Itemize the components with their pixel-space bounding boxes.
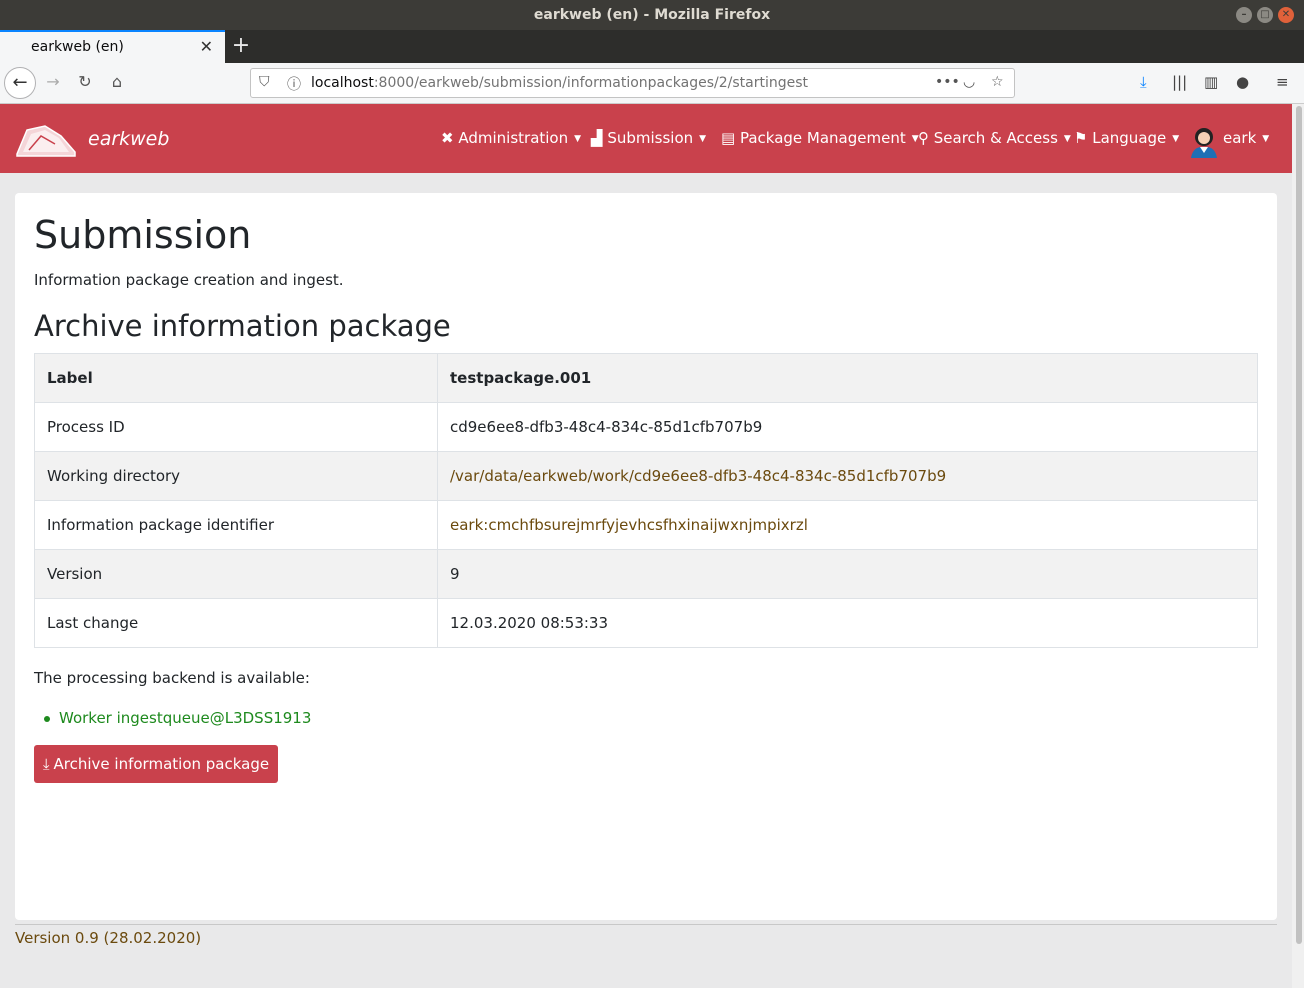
url-path: :8000/earkweb/submission/informationpack… bbox=[373, 75, 809, 91]
app-header: earkweb ✖ Administration ▼ ▟ Submission ▼ … bbox=[0, 104, 1292, 173]
reload-icon[interactable]: ↻ bbox=[74, 72, 96, 91]
caret-down-icon: ▼ bbox=[699, 133, 707, 144]
table-cell-label: Working directory bbox=[34, 451, 438, 501]
forward-icon[interactable]: → bbox=[42, 72, 64, 91]
package-identifier-link[interactable]: eark:cmchfbsurejmrfyjevhcsfhxinaijwxnjmp… bbox=[450, 516, 808, 534]
tools-icon: ✖ bbox=[441, 129, 454, 147]
url-host: localhost bbox=[311, 75, 374, 91]
page-title: Submission bbox=[34, 213, 252, 257]
browser-navbar: ← → ↻ ⌂ ⛉ ⓘ localhost:8000/earkweb/submi… bbox=[0, 63, 1304, 104]
shield-icon[interactable]: ⛉ bbox=[259, 74, 270, 90]
earkweb-logo-icon[interactable] bbox=[15, 122, 77, 158]
download-icon[interactable]: ⤓ bbox=[1140, 73, 1147, 91]
table-cell-value: 9 bbox=[437, 549, 1258, 599]
minimize-icon[interactable]: – bbox=[1236, 7, 1252, 23]
window-titlebar: earkweb (en) - Mozilla Firefox – □ ✕ bbox=[0, 0, 1304, 30]
footer-version: Version 0.9 (28.02.2020) bbox=[15, 929, 202, 947]
footer-divider bbox=[15, 924, 1277, 925]
table-cell-label: Last change bbox=[34, 598, 438, 648]
table-row: Process ID cd9e6ee8-dfb3-48c4-834c-85d1c… bbox=[34, 402, 1258, 452]
table-cell-value: eark:cmchfbsurejmrfyjevhcsfhxinaijwxnjmp… bbox=[437, 500, 1258, 550]
flag-icon: ⚑ bbox=[1074, 129, 1088, 147]
menu-search-access-label: Search & Access bbox=[933, 129, 1058, 147]
sidebar-icon[interactable]: ▥ bbox=[1204, 73, 1218, 91]
menu-language-label: Language bbox=[1092, 129, 1167, 147]
working-directory-link[interactable]: /var/data/earkweb/work/cd9e6ee8-dfb3-48c… bbox=[450, 467, 946, 485]
brand-name[interactable]: earkweb bbox=[88, 128, 169, 150]
download-icon: ⤓ bbox=[42, 755, 50, 773]
archive-package-button[interactable]: ⤓ Archive information package bbox=[34, 745, 278, 783]
table-row: Information package identifier eark:cmch… bbox=[34, 500, 1258, 550]
bookmark-star-icon[interactable]: ☆ bbox=[991, 74, 1004, 90]
backend-status-text: The processing backend is available: bbox=[34, 669, 310, 687]
caret-down-icon: ▼ bbox=[1262, 133, 1270, 144]
table-row: Last change 12.03.2020 08:53:33 bbox=[34, 598, 1258, 648]
archive-button-label: Archive information package bbox=[53, 755, 270, 773]
table-cell-value: /var/data/earkweb/work/cd9e6ee8-dfb3-48c… bbox=[437, 451, 1258, 501]
pocket-icon[interactable]: ◡ bbox=[963, 74, 975, 90]
package-info-table: Label testpackage.001 Process ID cd9e6ee… bbox=[34, 353, 1258, 648]
main-card: Submission Information package creation … bbox=[15, 193, 1277, 920]
menu-submission-label: Submission bbox=[607, 129, 694, 147]
table-cell-value: testpackage.001 bbox=[437, 353, 1258, 403]
menu-search-access[interactable]: ⚲ Search & Access ▼ bbox=[918, 129, 1071, 147]
menu-package-management[interactable]: ▤ Package Management ▼ bbox=[721, 129, 919, 147]
table-cell-value: 12.03.2020 08:53:33 bbox=[437, 598, 1258, 648]
menu-administration[interactable]: ✖ Administration ▼ bbox=[441, 129, 581, 147]
menu-language[interactable]: ⚑ Language ▼ bbox=[1074, 129, 1179, 147]
maximize-icon[interactable]: □ bbox=[1257, 7, 1273, 23]
home-icon[interactable]: ⌂ bbox=[106, 72, 128, 91]
table-cell-value: cd9e6ee8-dfb3-48c4-834c-85d1cfb707b9 bbox=[437, 402, 1258, 452]
library-icon[interactable]: ||| bbox=[1172, 73, 1187, 91]
back-icon[interactable]: ← bbox=[4, 67, 36, 99]
tab-strip: earkweb (en) ✕ + bbox=[0, 30, 1304, 63]
account-icon[interactable]: ● bbox=[1236, 73, 1249, 91]
archive-box-icon: ▤ bbox=[721, 129, 736, 147]
browser-tab[interactable]: earkweb (en) ✕ bbox=[0, 30, 225, 63]
table-row: Working directory /var/data/earkweb/work… bbox=[34, 451, 1258, 501]
search-icon: ⚲ bbox=[918, 129, 929, 147]
tab-title: earkweb (en) bbox=[31, 39, 124, 55]
url-bar[interactable]: ⛉ ⓘ localhost:8000/earkweb/submission/in… bbox=[250, 68, 1015, 98]
menu-user[interactable]: eark ▼ bbox=[1223, 129, 1269, 147]
scrollbar-thumb[interactable] bbox=[1296, 106, 1302, 944]
caret-down-icon: ▼ bbox=[574, 133, 582, 144]
section-title: Archive information package bbox=[34, 309, 451, 343]
table-cell-label: Label bbox=[34, 353, 438, 403]
tab-close-icon[interactable]: ✕ bbox=[200, 37, 213, 56]
table-cell-label: Process ID bbox=[34, 402, 438, 452]
table-row: Version 9 bbox=[34, 549, 1258, 599]
table-row: Label testpackage.001 bbox=[34, 353, 1258, 403]
user-avatar-icon[interactable] bbox=[1189, 126, 1219, 158]
page-lead: Information package creation and ingest. bbox=[34, 271, 344, 289]
menu-administration-label: Administration bbox=[458, 129, 569, 147]
info-icon[interactable]: ⓘ bbox=[287, 74, 301, 94]
table-cell-label: Version bbox=[34, 549, 438, 599]
caret-down-icon: ▼ bbox=[1172, 133, 1180, 144]
menu-user-label: eark bbox=[1223, 129, 1257, 147]
new-tab-icon[interactable]: + bbox=[229, 32, 253, 60]
worker-list-item: Worker ingestqueue@L3DSS1913 bbox=[43, 709, 312, 727]
menu-submission[interactable]: ▟ Submission ▼ bbox=[591, 129, 706, 147]
hamburger-menu-icon[interactable]: ≡ bbox=[1276, 73, 1289, 91]
menu-package-management-label: Package Management bbox=[739, 129, 906, 147]
page-actions-icon[interactable]: ••• bbox=[935, 74, 960, 90]
url-text[interactable]: localhost:8000/earkweb/submission/inform… bbox=[311, 75, 808, 91]
table-cell-label: Information package identifier bbox=[34, 500, 438, 550]
sitemap-icon: ▟ bbox=[591, 129, 603, 147]
caret-down-icon: ▼ bbox=[1063, 133, 1071, 144]
close-window-icon[interactable]: ✕ bbox=[1278, 7, 1294, 23]
window-title: earkweb (en) - Mozilla Firefox bbox=[533, 7, 771, 23]
